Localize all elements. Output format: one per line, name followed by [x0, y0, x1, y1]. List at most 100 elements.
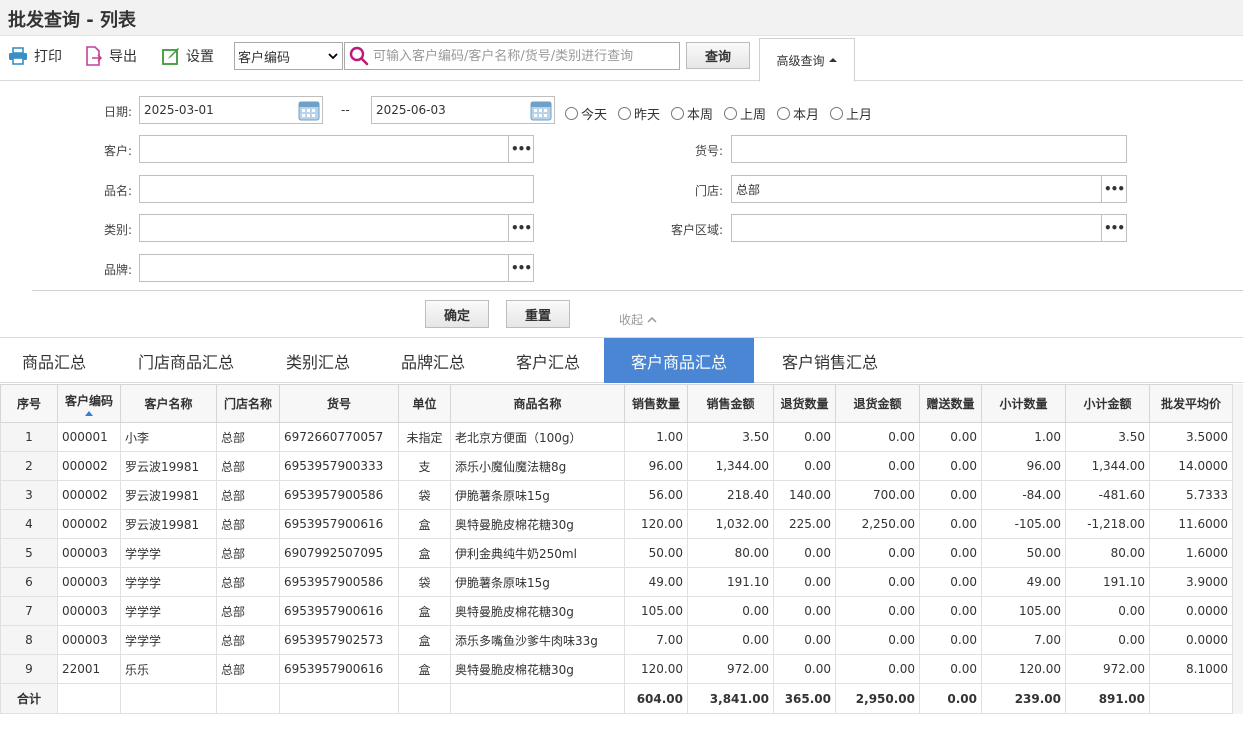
total-return-amount: 2,950.00 — [835, 683, 920, 714]
col-header[interactable]: 门店名称 — [216, 384, 280, 423]
brand-picker-button[interactable]: ••• — [508, 255, 533, 281]
table-row[interactable]: 8 000003 学学学 总部 6953957902573 盒添乐多嘴鱼沙爹牛肉味33g 7… — [0, 625, 1233, 655]
category-field[interactable]: ••• — [139, 214, 534, 242]
col-header[interactable]: 货号 — [279, 384, 399, 423]
tab-product-summary[interactable]: 商品汇总 — [0, 338, 108, 383]
table-cell: 0.00 — [773, 596, 836, 626]
table-cell: 50.00 — [981, 538, 1066, 568]
table-cell: 袋 — [398, 567, 451, 597]
table-cell: 1,344.00 — [1065, 451, 1150, 481]
date-from-field[interactable]: 2025-03-01 — [139, 96, 323, 124]
quick-date-this-month[interactable]: 本月 — [777, 104, 819, 123]
tab-brand-summary[interactable]: 品牌汇总 — [385, 338, 481, 383]
table-cell: 袋 — [398, 480, 451, 510]
advanced-query-toggle[interactable]: 高级查询 — [759, 38, 855, 82]
header-row: 序号 客户编码 客户名称 门店名称 货号 单位 商品名称 销售数量 销售金额 退… — [0, 384, 1233, 423]
table-cell: 0.00 — [919, 654, 982, 684]
quick-date-yesterday[interactable]: 昨天 — [618, 104, 660, 123]
store-value: 总部 — [736, 182, 761, 197]
col-header[interactable]: 小计金额 — [1065, 384, 1150, 423]
table-cell: 未指定 — [398, 422, 451, 452]
calendar-icon[interactable] — [298, 99, 320, 121]
table-cell: 0.00 — [919, 422, 982, 452]
table-row[interactable]: 1 000001 小李 总部 6972660770057 未指定 老北京方便面（100g） 1… — [0, 422, 1233, 452]
export-button[interactable]: 导出 — [85, 45, 137, 67]
radio-icon — [618, 107, 631, 120]
table-cell: 0.0000 — [1149, 625, 1233, 655]
chevron-up-icon — [647, 316, 657, 323]
category-label: 类别: — [103, 223, 132, 237]
col-header[interactable]: 批发平均价 — [1149, 384, 1233, 423]
date-from-value: 2025-03-01 — [144, 103, 214, 117]
table-row[interactable]: 7 000003 学学学 总部 6953957900616 盒奥特曼脆皮棉花糖30g 105… — [0, 596, 1233, 626]
quick-date-today[interactable]: 今天 — [565, 104, 607, 123]
table-cell: 14.0000 — [1149, 451, 1233, 481]
table-cell: 0.00 — [687, 625, 774, 655]
quick-date-label: 上周 — [740, 108, 767, 123]
table-cell: 学学学 — [120, 538, 217, 568]
table-cell: 8.1000 — [1149, 654, 1233, 684]
customer-picker-button[interactable]: ••• — [508, 136, 533, 162]
store-field[interactable]: 总部 ••• — [731, 175, 1127, 203]
category-picker-button[interactable]: ••• — [508, 215, 533, 241]
table-cell: 191.10 — [687, 567, 774, 597]
table-cell: 5 — [0, 538, 58, 568]
table-cell: 0.00 — [773, 451, 836, 481]
data-grid: 序号 客户编码 客户名称 门店名称 货号 单位 商品名称 销售数量 销售金额 退… — [0, 384, 1233, 714]
product-name-label: 品名: — [103, 184, 132, 198]
customer-field[interactable]: ••• — [139, 135, 534, 163]
quick-date-last-week[interactable]: 上周 — [724, 104, 766, 123]
table-cell: 添乐多嘴鱼沙爹牛肉味33g — [450, 625, 625, 655]
region-field[interactable]: ••• — [731, 214, 1127, 242]
col-header[interactable]: 销售金额 — [687, 384, 774, 423]
query-button[interactable]: 查询 — [686, 42, 750, 69]
print-button[interactable]: 打印 — [8, 45, 62, 67]
vertical-scrollbar[interactable] — [1232, 384, 1243, 714]
table-cell: 80.00 — [687, 538, 774, 568]
date-to-field[interactable]: 2025-06-03 — [371, 96, 555, 124]
col-header[interactable]: 退货数量 — [773, 384, 836, 423]
col-header[interactable]: 销售数量 — [624, 384, 688, 423]
tab-customer-sales-summary[interactable]: 客户销售汇总 — [764, 338, 896, 383]
table-cell: 49.00 — [624, 567, 688, 597]
radio-icon — [724, 107, 737, 120]
tab-store-product-summary[interactable]: 门店商品汇总 — [120, 338, 252, 383]
item-no-field[interactable] — [731, 135, 1127, 163]
table-row[interactable]: 6 000003 学学学 总部 6953957900586 袋伊脆薯条原味15g 49.00… — [0, 567, 1233, 597]
tab-category-summary[interactable]: 类别汇总 — [270, 338, 366, 383]
collapse-toggle[interactable]: 收起 — [619, 311, 657, 328]
col-header[interactable]: 小计数量 — [981, 384, 1066, 423]
tab-customer-product-summary[interactable]: 客户商品汇总 — [604, 338, 754, 383]
col-header[interactable]: 序号 — [0, 384, 58, 423]
quick-date-this-week[interactable]: 本周 — [671, 104, 713, 123]
reset-button[interactable]: 重置 — [506, 300, 570, 328]
table-row[interactable]: 4 000002 罗云波19981 总部 6953957900616 盒奥特曼脆皮棉花糖3… — [0, 509, 1233, 539]
table-cell: 120.00 — [624, 654, 688, 684]
settings-button[interactable]: 设置 — [162, 45, 214, 67]
quick-date-last-month[interactable]: 上月 — [830, 104, 872, 123]
col-header[interactable]: 单位 — [398, 384, 451, 423]
confirm-button[interactable]: 确定 — [425, 300, 489, 328]
brand-field[interactable]: ••• — [139, 254, 534, 282]
table-row[interactable]: 3 000002 罗云波19981 总部 6953957900586 袋伊脆薯条原味15g… — [0, 480, 1233, 510]
col-header[interactable]: 商品名称 — [450, 384, 625, 423]
search-input[interactable] — [373, 48, 673, 64]
table-cell: 总部 — [216, 538, 280, 568]
tab-customer-summary[interactable]: 客户汇总 — [500, 338, 596, 383]
store-picker-button[interactable]: ••• — [1101, 176, 1126, 202]
col-header[interactable]: 赠送数量 — [919, 384, 982, 423]
radio-icon — [565, 107, 578, 120]
calendar-icon[interactable] — [530, 99, 552, 121]
col-header[interactable]: 退货金额 — [835, 384, 920, 423]
col-header-sorted[interactable]: 客户编码 — [57, 384, 121, 423]
item-no-label: 货号: — [694, 144, 723, 158]
table-row[interactable]: 2 000002 罗云波19981 总部 6953957900333 支添乐小魔仙魔法糖8… — [0, 451, 1233, 481]
table-cell: 218.40 — [687, 480, 774, 510]
search-field-select[interactable]: 客户编码 — [234, 42, 343, 70]
table-row[interactable]: 5 000003 学学学 总部 6907992507095 盒伊利金典纯牛奶250ml 50… — [0, 538, 1233, 568]
col-header[interactable]: 客户名称 — [120, 384, 217, 423]
table-cell: 总部 — [216, 480, 280, 510]
table-row[interactable]: 9 22001 乐乐 总部 6953957900616 盒奥特曼脆皮棉花糖30g 120.0… — [0, 654, 1233, 684]
product-name-field[interactable] — [139, 175, 534, 203]
region-picker-button[interactable]: ••• — [1101, 215, 1126, 241]
